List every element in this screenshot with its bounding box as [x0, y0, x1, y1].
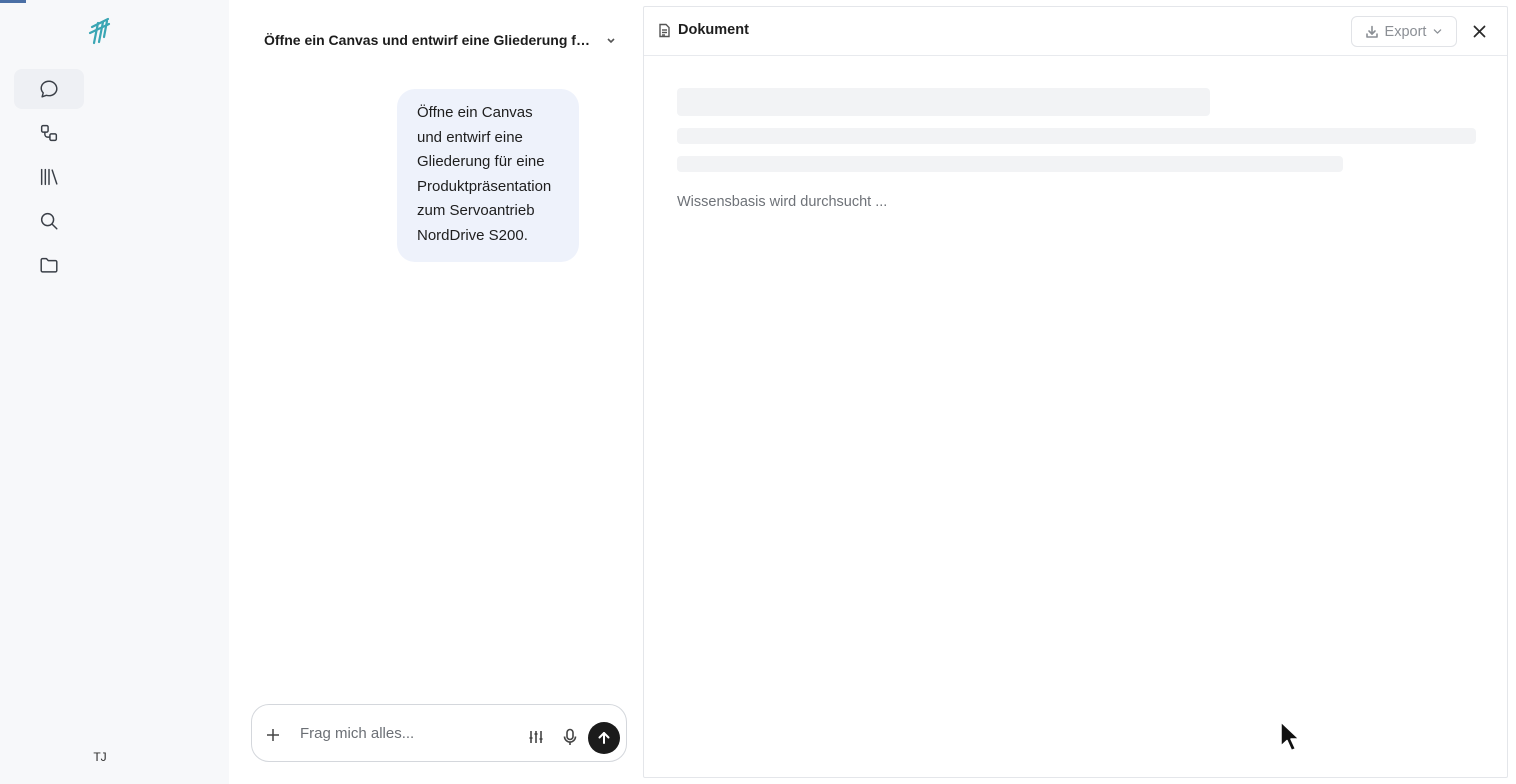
rail-item-library[interactable] [14, 157, 84, 197]
chat-panel: Öffne ein Canvas und entwirf eine Gliede… [229, 0, 643, 784]
mouse-cursor-icon [1280, 721, 1300, 752]
library-icon [40, 168, 58, 186]
chat-title: Öffne ein Canvas und entwirf eine Gliede… [264, 32, 598, 48]
app-window: TJ Öffne ein Canvas und entwirf eine Gli… [0, 0, 1516, 784]
document-title-label: Dokument [678, 22, 749, 38]
microphone-icon[interactable] [562, 728, 578, 746]
chevron-down-icon [607, 38, 615, 44]
workflow-icon [40, 124, 58, 142]
rail-item-chat[interactable] [14, 69, 84, 109]
user-message: Öffne ein Canvas und entwirf eine Gliede… [397, 89, 579, 262]
app-logo[interactable] [86, 15, 114, 45]
tools-settings-icon[interactable] [528, 729, 544, 745]
close-document-button[interactable] [1469, 21, 1489, 41]
skeleton-title [677, 88, 1210, 116]
download-icon [1365, 25, 1378, 38]
document-panel: Dokument Export Wissensbasis wird durchs… [643, 6, 1508, 778]
document-header: Dokument Export [644, 7, 1507, 56]
document-title: Dokument [658, 22, 749, 38]
document-icon [659, 23, 670, 37]
export-label: Export [1384, 23, 1427, 40]
rail-item-workflows[interactable] [14, 113, 84, 153]
chat-bubble-icon [40, 80, 58, 98]
folder-icon [40, 257, 58, 273]
arrow-up-icon [598, 732, 610, 744]
chevron-down-icon [1434, 29, 1442, 34]
chat-input[interactable] [300, 722, 510, 744]
export-button[interactable]: Export [1351, 16, 1457, 47]
loading-status: Wissensbasis wird durchsucht ... [677, 194, 888, 210]
rail-item-folders[interactable] [14, 245, 84, 285]
chat-composer [251, 704, 627, 762]
left-rail: TJ [0, 0, 229, 784]
skeleton-line [677, 128, 1476, 144]
skeleton-line [677, 156, 1343, 172]
send-button[interactable] [588, 722, 620, 754]
user-avatar[interactable]: TJ [84, 746, 116, 768]
search-icon [40, 212, 58, 230]
rail-item-search[interactable] [14, 201, 84, 241]
loading-indicator [0, 0, 26, 3]
add-attachment-icon[interactable] [265, 727, 281, 743]
chat-title-dropdown[interactable]: Öffne ein Canvas und entwirf eine Gliede… [264, 29, 624, 51]
close-icon [1473, 25, 1485, 37]
